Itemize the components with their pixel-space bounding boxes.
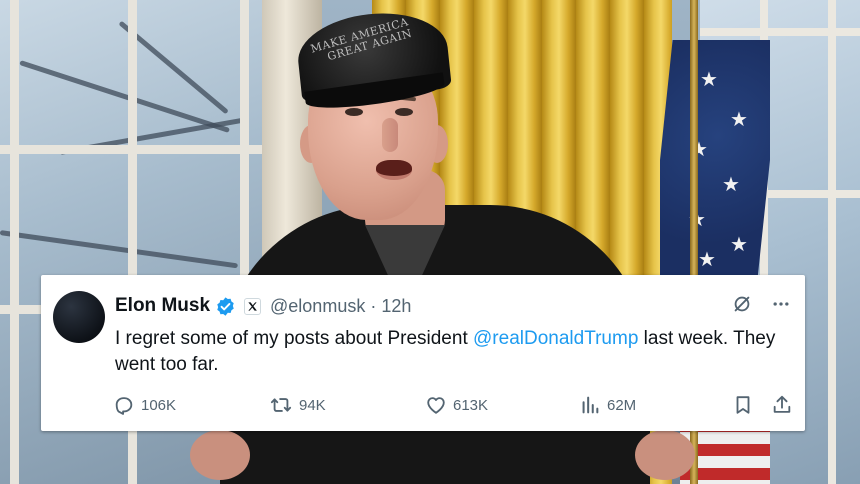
repost-icon <box>269 394 293 416</box>
reply-count: 106K <box>141 396 177 414</box>
grok-icon[interactable] <box>731 293 753 320</box>
separator-dot: · <box>370 295 377 316</box>
share-button[interactable] <box>771 393 793 417</box>
tweet-card[interactable]: Elon Musk @elonmusk · 12h I regret some … <box>41 275 805 431</box>
timestamp[interactable]: 12h <box>381 296 411 317</box>
mention-link[interactable]: @realDonaldTrump <box>473 328 638 349</box>
author-handle[interactable]: @elonmusk <box>270 296 365 317</box>
right-hand <box>635 430 695 480</box>
repost-count: 94K <box>299 396 326 414</box>
tweet-text-before: I regret some of my posts about Presiden… <box>115 328 474 349</box>
repost-button[interactable]: 94K <box>269 393 326 417</box>
share-icon <box>771 394 793 416</box>
tweet-header: Elon Musk @elonmusk · 12h <box>115 295 411 317</box>
left-hand <box>190 430 250 480</box>
like-count: 613K <box>453 396 489 414</box>
tweet-actions: 106K 94K 613K 62M <box>113 393 803 417</box>
views-icon <box>579 394 601 416</box>
avatar[interactable] <box>53 291 105 343</box>
bookmark-icon <box>732 394 754 416</box>
reply-icon <box>113 394 135 416</box>
reply-button[interactable]: 106K <box>113 393 176 417</box>
views-button[interactable]: 62M <box>579 393 636 417</box>
verified-badge-icon <box>215 296 236 317</box>
x-logo-icon <box>244 297 262 315</box>
tweet-text: I regret some of my posts about Presiden… <box>115 326 805 378</box>
mouth <box>376 160 412 180</box>
tweet-top-right-icons <box>731 293 791 320</box>
views-count: 62M <box>607 396 637 414</box>
author-name[interactable]: Elon Musk <box>115 295 210 317</box>
more-icon[interactable] <box>771 294 791 319</box>
like-icon <box>425 394 447 416</box>
like-button[interactable]: 613K <box>425 393 488 417</box>
bookmark-button[interactable] <box>732 393 754 417</box>
